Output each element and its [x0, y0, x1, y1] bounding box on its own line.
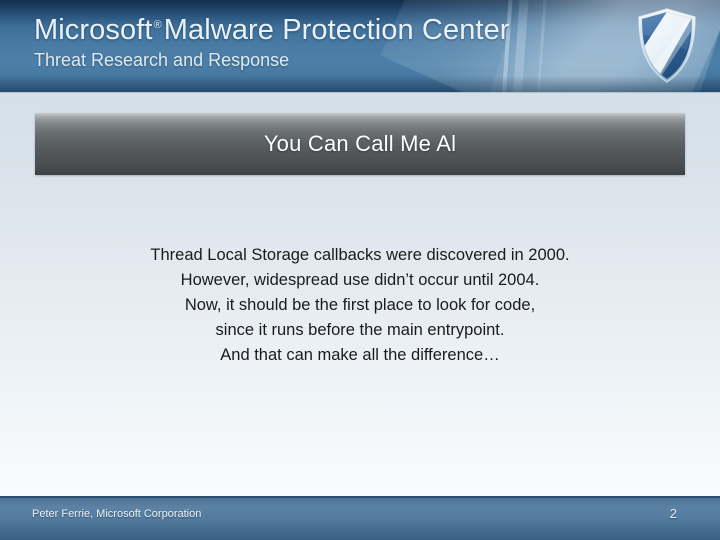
page-number: 2: [669, 506, 677, 521]
footer-attribution: Peter Ferrie, Microsoft Corporation: [32, 508, 202, 520]
registered-trademark-symbol: ®: [153, 19, 162, 31]
slide-title: You Can Call Me Al: [263, 131, 457, 156]
footer-bar: Peter Ferrie, Microsoft Corporation 2: [0, 498, 720, 540]
header-banner: Microsoft®Malware Protection Center Thre…: [0, 0, 720, 92]
body-line: since it runs before the main entrypoint…: [215, 321, 505, 339]
slide-body: Thread Local Storage callbacks were disc…: [60, 243, 660, 368]
slide-canvas: Microsoft®Malware Protection Center Thre…: [0, 0, 720, 540]
body-line: However, widespread use didn’t occur unt…: [180, 271, 540, 289]
body-line: And that can make all the difference…: [220, 346, 500, 364]
slide-title-bar: You Can Call Me Al: [35, 113, 685, 175]
brand-title-remainder: Malware Protection Center: [163, 14, 510, 46]
shield-icon: [638, 8, 696, 83]
header-title-group: Microsoft®Malware Protection Center Thre…: [34, 16, 510, 70]
footer-content: Peter Ferrie, Microsoft Corporation 2: [0, 498, 720, 540]
body-line: Now, it should be the first place to loo…: [184, 296, 536, 314]
header-divider: [0, 92, 720, 94]
body-line: Thread Local Storage callbacks were disc…: [150, 246, 570, 264]
brand-title: Microsoft®Malware Protection Center: [34, 16, 510, 45]
brand-subtitle: Threat Research and Response: [34, 50, 290, 70]
brand-name: Microsoft: [34, 14, 153, 46]
header-bottom-shading: [0, 76, 720, 92]
